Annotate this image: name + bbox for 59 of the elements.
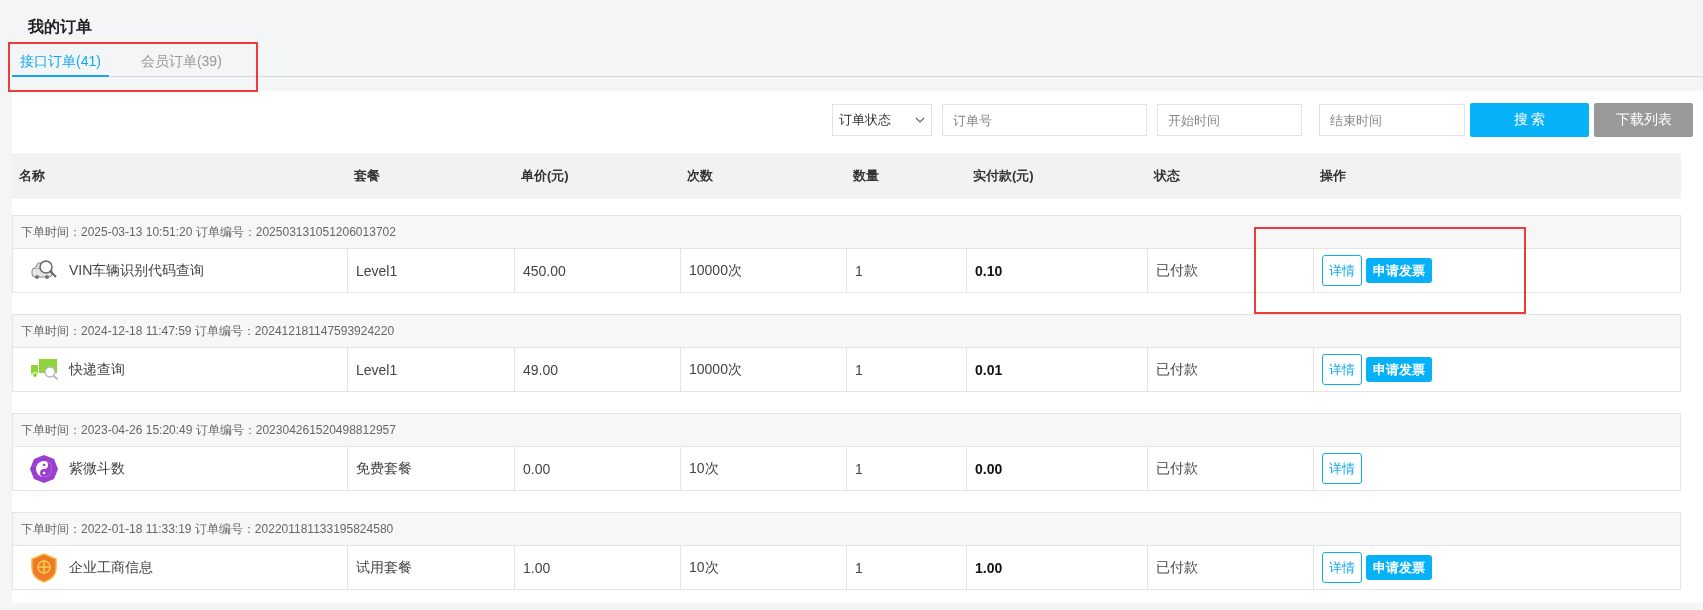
table-cell: 已付款 [1147,249,1313,292]
table-cell: 已付款 [1147,546,1313,589]
start-time-field[interactable]: 开始时间 [1157,104,1302,136]
status-select[interactable]: 订单状态 [832,104,932,136]
table-cell: 1 [846,249,966,292]
table-cell: 1.00 [966,546,1147,589]
table-cell: 10次 [680,447,846,490]
invoice-button[interactable]: 申请发票 [1366,357,1432,382]
table-cell: 1 [846,546,966,589]
yin-yang-icon [29,453,59,484]
end-time-field[interactable]: 结束时间 [1319,104,1465,136]
table-cell: Level1 [347,348,514,391]
table-cell: 免费套餐 [347,447,514,490]
product-name: 企业工商信息 [69,558,153,577]
details-button[interactable]: 详情 [1322,255,1362,286]
product-name: 快递查询 [69,360,125,379]
tab[interactable]: 接口订单(41) [12,48,109,77]
chevron-down-icon [915,117,925,123]
table-cell: 1 [846,348,966,391]
column-header: 单价(元) [520,167,570,185]
product-name: VIN车辆识别代码查询 [69,261,205,280]
product-name: 紫微斗数 [69,459,125,478]
column-header: 次数 [686,167,714,185]
table-cell: 0.10 [966,249,1147,292]
invoice-button[interactable]: 申请发票 [1366,258,1432,283]
table-cell: 1.00 [514,546,680,589]
table-cell: 10000次 [680,348,846,391]
column-header: 数量 [852,167,880,185]
column-header: 操作 [1319,167,1347,185]
order-meta: 下单时间：2023-04-26 15:20:49 订单编号：202304261520498812957 [13,414,1680,447]
table-cell: Level1 [347,249,514,292]
table-cell: 已付款 [1147,447,1313,490]
shield-emblem-icon [29,552,59,583]
table-cell: 0.00 [966,447,1147,490]
order-meta: 下单时间：2025-03-13 10:51:20 订单编号：202503131051206013702 [13,216,1680,249]
search-button[interactable]: 搜 索 [1470,103,1589,137]
details-button[interactable]: 详情 [1322,552,1362,583]
table-cell: 49.00 [514,348,680,391]
table-cell: 试用套餐 [347,546,514,589]
order-meta: 下单时间：2022-01-18 11:33:19 订单编号：202201181133195824580 [13,513,1680,546]
order-number-field[interactable]: 订单号 [942,104,1147,136]
details-button[interactable]: 详情 [1322,453,1362,484]
table-cell: 0.01 [966,348,1147,391]
table-cell: 10000次 [680,249,846,292]
column-header: 名称 [18,167,46,185]
table-cell: 已付款 [1147,348,1313,391]
order-meta: 下单时间：2024-12-18 11:47:59 订单编号：202412181147593924220 [13,315,1680,348]
table-cell: 1 [846,447,966,490]
column-header: 套餐 [353,167,381,185]
invoice-button[interactable]: 申请发票 [1366,555,1432,580]
tab[interactable]: 会员订单(39) [132,48,230,77]
download-button[interactable]: 下载列表 [1594,103,1693,137]
table-cell: 10次 [680,546,846,589]
details-button[interactable]: 详情 [1322,354,1362,385]
page-title: 我的订单 [28,17,93,37]
table-cell: 0.00 [514,447,680,490]
column-header: 实付款(元) [972,167,1035,185]
column-header: 状态 [1152,167,1181,185]
table-cell: 450.00 [514,249,680,292]
